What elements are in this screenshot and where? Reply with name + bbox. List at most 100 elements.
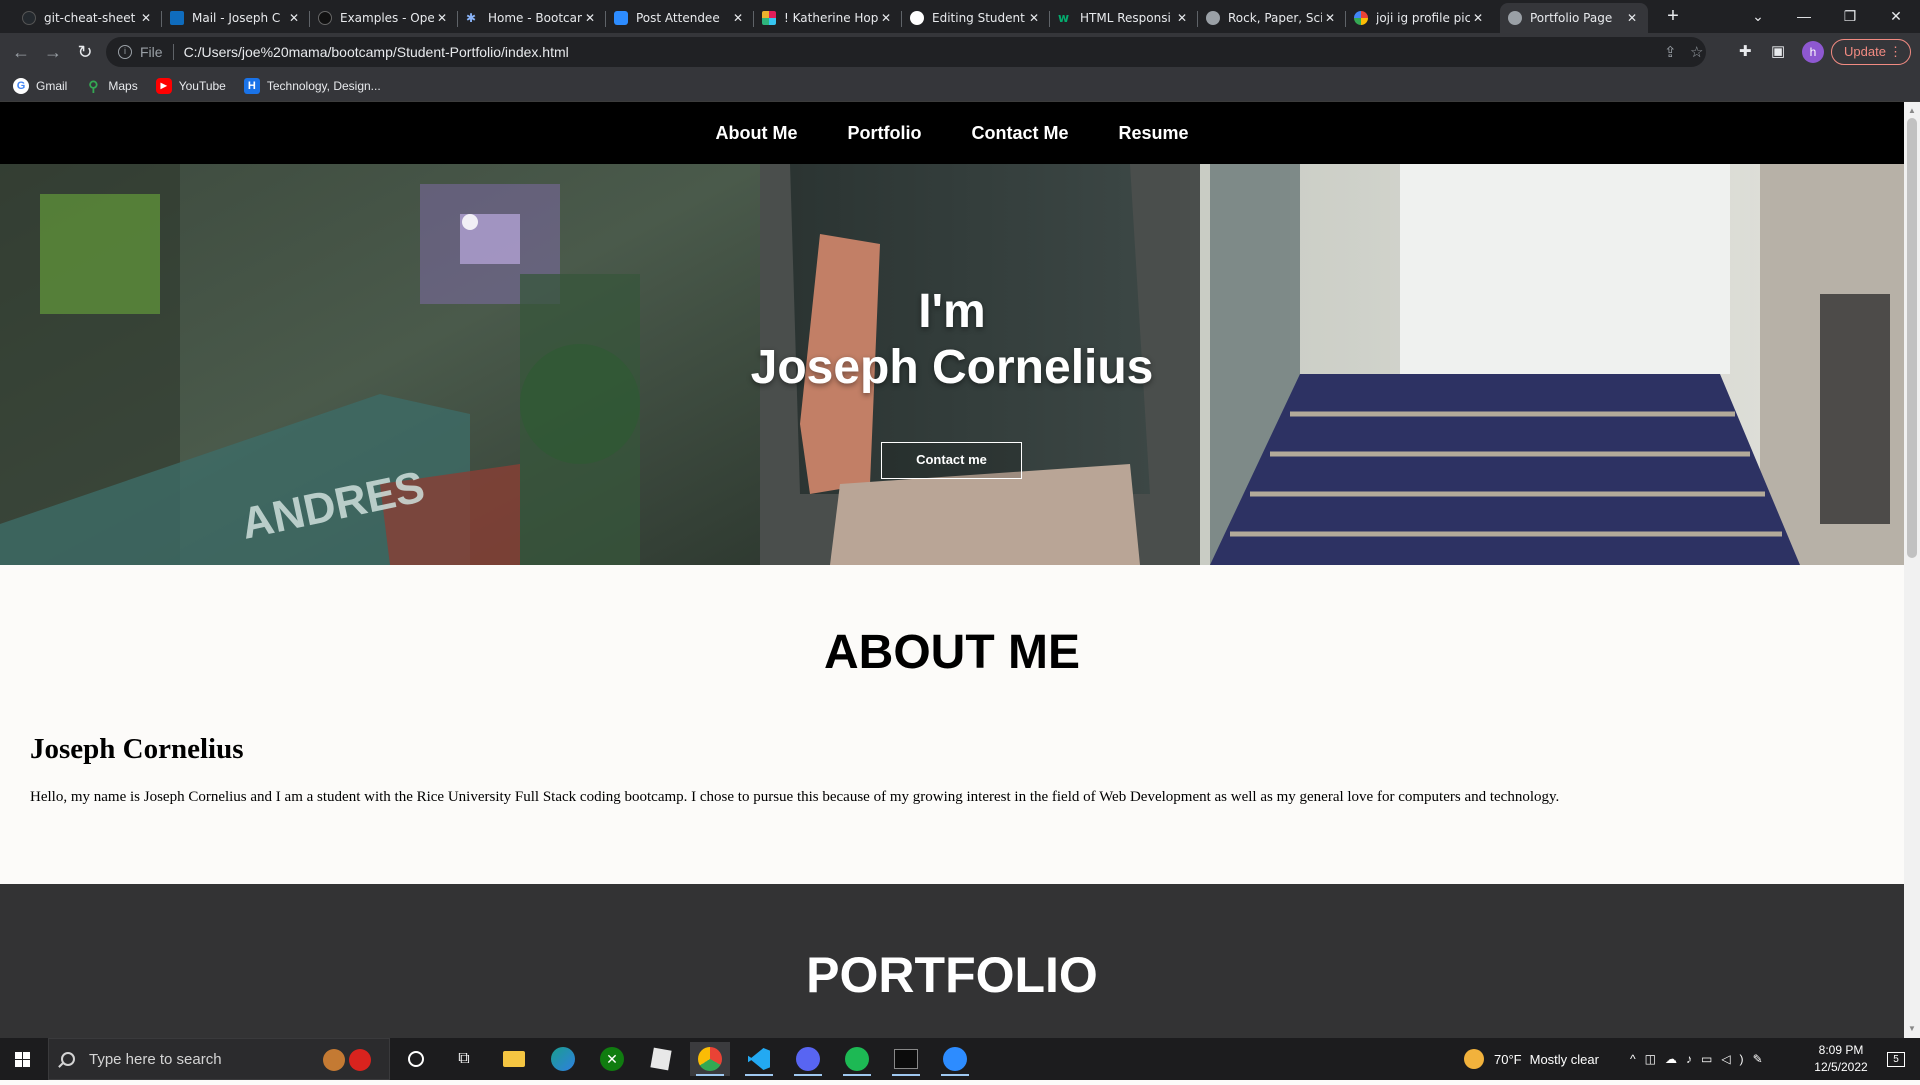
tab-title: Rock, Paper, Sci bbox=[1228, 11, 1322, 25]
browser-tab-strip: git-cheat-sheet ✕ Mail - Joseph C ✕ Exam… bbox=[0, 0, 1920, 33]
xbox-icon[interactable]: ✕ bbox=[592, 1042, 632, 1076]
scrollbar-thumb[interactable] bbox=[1907, 118, 1917, 558]
browser-tab[interactable]: joji ig profile pic ✕ bbox=[1346, 3, 1494, 33]
close-icon[interactable]: ✕ bbox=[1174, 11, 1190, 25]
volume-icon[interactable]: ◁) bbox=[1721, 1052, 1752, 1066]
discord-icon[interactable] bbox=[788, 1042, 828, 1076]
close-icon[interactable]: ✕ bbox=[730, 11, 746, 25]
moon-icon bbox=[1464, 1049, 1484, 1069]
google-icon bbox=[1354, 11, 1368, 25]
nav-about-me[interactable]: About Me bbox=[715, 123, 797, 144]
new-tab-button[interactable]: + bbox=[1662, 6, 1684, 28]
outlook-icon bbox=[170, 11, 184, 25]
browser-tab[interactable]: Mail - Joseph C ✕ bbox=[162, 3, 310, 33]
reload-button[interactable]: ↻ bbox=[73, 40, 97, 64]
update-label: Update bbox=[1844, 44, 1886, 59]
tray-app-icon[interactable]: ◫ bbox=[1645, 1052, 1665, 1066]
share-icon[interactable]: ⇪ bbox=[1664, 43, 1677, 61]
nav-resume[interactable]: Resume bbox=[1118, 123, 1188, 144]
clock-time: 8:09 PM bbox=[1818, 1043, 1864, 1057]
cortana-icon[interactable] bbox=[396, 1042, 436, 1076]
bookmark-youtube[interactable]: ▶ YouTube bbox=[155, 78, 226, 94]
close-window-button[interactable]: ✕ bbox=[1876, 4, 1916, 28]
scroll-up-icon[interactable]: ▲ bbox=[1908, 106, 1916, 115]
minimize-button[interactable]: — bbox=[1784, 4, 1824, 28]
info-icon[interactable]: i bbox=[118, 45, 132, 59]
bookmark-maps[interactable]: ⚲ Maps bbox=[85, 78, 137, 94]
browser-tab[interactable]: git-cheat-sheet ✕ bbox=[14, 3, 162, 33]
browser-tab[interactable]: Rock, Paper, Sci ✕ bbox=[1198, 3, 1346, 33]
tab-search-icon[interactable]: ⌄ bbox=[1738, 4, 1778, 28]
tab-title: Mail - Joseph C bbox=[192, 11, 281, 25]
update-button[interactable]: Update ⋮ bbox=[1831, 39, 1911, 65]
address-bar[interactable]: i File C:/Users/joe%20mama/bootcamp/Stud… bbox=[106, 37, 1706, 67]
close-icon[interactable]: ✕ bbox=[1026, 11, 1042, 25]
url-text[interactable]: C:/Users/joe%20mama/bootcamp/Student-Por… bbox=[184, 44, 569, 60]
tab-title: git-cheat-sheet bbox=[44, 11, 136, 25]
github-icon bbox=[22, 11, 36, 25]
close-icon[interactable]: ✕ bbox=[286, 11, 302, 25]
notes-icon[interactable] bbox=[641, 1042, 681, 1076]
browser-tab[interactable]: Editing Student ✕ bbox=[902, 3, 1050, 33]
close-icon[interactable]: ✕ bbox=[434, 11, 450, 25]
nav-portfolio[interactable]: Portfolio bbox=[847, 123, 921, 144]
edge-icon[interactable] bbox=[543, 1042, 583, 1076]
tab-title: Editing Student bbox=[932, 11, 1025, 25]
browser-tab[interactable]: Examples - Ope ✕ bbox=[310, 3, 458, 33]
tab-title: joji ig profile pic bbox=[1376, 11, 1470, 25]
nav-contact-me[interactable]: Contact Me bbox=[971, 123, 1068, 144]
page-scrollbar[interactable]: ▲ ▼ bbox=[1904, 102, 1920, 1038]
browser-tab[interactable]: Post Attendee ✕ bbox=[606, 3, 754, 33]
onedrive-icon[interactable]: ☁ bbox=[1665, 1052, 1686, 1066]
tab-title: ! Katherine Hop bbox=[784, 11, 878, 25]
weather-widget[interactable]: 70°F Mostly clear bbox=[1464, 1038, 1599, 1080]
close-icon[interactable]: ✕ bbox=[878, 11, 894, 25]
chevron-up-icon[interactable]: ^ bbox=[1630, 1052, 1645, 1066]
notifications-button[interactable]: 5 bbox=[1878, 1038, 1914, 1080]
about-name: Joseph Cornelius bbox=[30, 733, 244, 765]
system-tray[interactable]: ^ ◫ ☁ ♪ ▭ ◁) ✎ bbox=[1630, 1038, 1772, 1080]
hero-headline: I'm Joseph Cornelius bbox=[0, 284, 1904, 396]
taskbar-clock[interactable]: 8:09 PM 12/5/2022 bbox=[1806, 1042, 1876, 1076]
microphone-icon[interactable]: ♪ bbox=[1686, 1052, 1701, 1066]
bookmark-gmail[interactable]: G Gmail bbox=[13, 78, 67, 94]
youtube-icon: ▶ bbox=[155, 78, 172, 94]
zoom-icon[interactable] bbox=[935, 1042, 975, 1076]
vscode-icon[interactable] bbox=[739, 1042, 779, 1076]
spotify-icon[interactable] bbox=[837, 1042, 877, 1076]
network-icon[interactable]: ▭ bbox=[1701, 1052, 1721, 1066]
browser-tab[interactable]: w HTML Responsi ✕ bbox=[1050, 3, 1198, 33]
scheme-label: File bbox=[140, 44, 174, 60]
forward-button[interactable]: → bbox=[41, 40, 65, 64]
browser-tab-active[interactable]: Portfolio Page ✕ bbox=[1500, 3, 1648, 33]
profile-avatar[interactable]: h bbox=[1802, 41, 1824, 63]
close-icon[interactable]: ✕ bbox=[1470, 11, 1486, 25]
file-explorer-icon[interactable] bbox=[494, 1042, 534, 1076]
site-navbar: About Me Portfolio Contact Me Resume bbox=[0, 102, 1904, 164]
close-icon[interactable]: ✕ bbox=[138, 11, 154, 25]
windows-taskbar: Type here to search ⧉ ✕ 70°F Mostly clea… bbox=[0, 1038, 1920, 1080]
close-icon[interactable]: ✕ bbox=[1624, 11, 1640, 25]
terminal-icon[interactable] bbox=[886, 1042, 926, 1076]
bookmark-technology-design[interactable]: H Technology, Design... bbox=[243, 78, 381, 94]
browser-tab[interactable]: ! Katherine Hop ✕ bbox=[754, 3, 902, 33]
chrome-icon[interactable] bbox=[690, 1042, 730, 1076]
bookmark-star-icon[interactable]: ☆ bbox=[1690, 43, 1703, 61]
browser-tab[interactable]: ✱ Home - Bootcam ✕ bbox=[458, 3, 606, 33]
extensions-icon[interactable]: ✚ bbox=[1739, 42, 1752, 60]
start-button[interactable] bbox=[0, 1038, 46, 1080]
portfolio-section: PORTFOLIO bbox=[0, 884, 1904, 1038]
restore-button[interactable]: ❐ bbox=[1830, 4, 1870, 28]
h-icon: H bbox=[243, 78, 260, 94]
scroll-down-icon[interactable]: ▼ bbox=[1908, 1024, 1916, 1033]
contact-me-button[interactable]: Contact me bbox=[881, 442, 1022, 479]
close-icon[interactable]: ✕ bbox=[1322, 11, 1338, 25]
close-icon[interactable]: ✕ bbox=[582, 11, 598, 25]
side-panel-icon[interactable]: ▣ bbox=[1771, 42, 1785, 60]
bookmark-label: YouTube bbox=[178, 79, 226, 93]
back-button[interactable]: ← bbox=[9, 40, 33, 64]
clock-date: 12/5/2022 bbox=[1814, 1060, 1868, 1074]
pen-icon[interactable]: ✎ bbox=[1753, 1052, 1772, 1066]
taskbar-search-input[interactable]: Type here to search bbox=[48, 1038, 390, 1080]
task-view-icon[interactable]: ⧉ bbox=[444, 1042, 484, 1076]
